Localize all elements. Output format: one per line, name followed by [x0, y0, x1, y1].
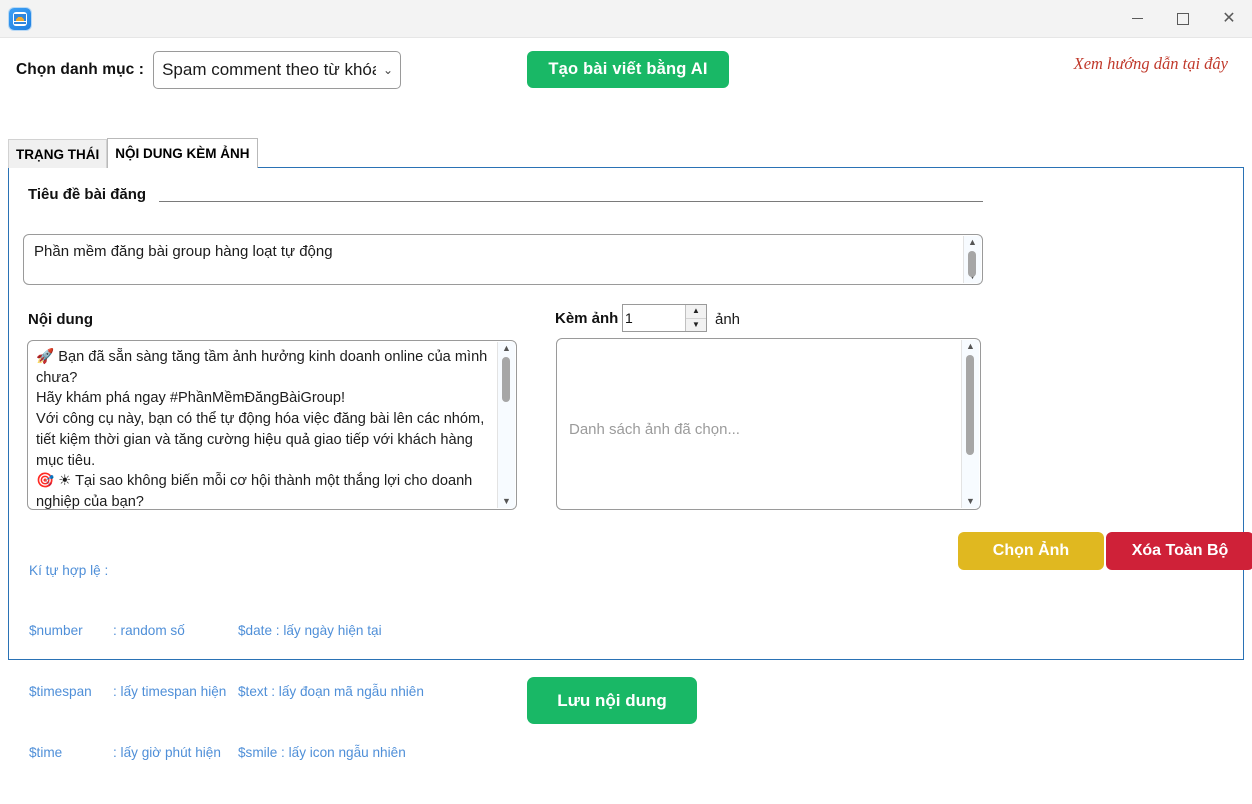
content-scrollbar[interactable]: ▲ ▼ — [497, 342, 515, 508]
selected-images-list[interactable]: Danh sách ảnh đã chọn... ▲ ▼ — [556, 338, 981, 510]
legend-heading: Kí tự hợp lệ : — [29, 562, 109, 578]
post-title-scrollbar[interactable]: ▲ ▼ — [963, 236, 981, 283]
attach-unit-label: ảnh — [715, 311, 741, 328]
tab-noi-dung-kem-anh[interactable]: NỘI DUNG KÈM ẢNH — [107, 138, 258, 168]
app-logo-icon — [9, 7, 31, 30]
legend-key: $timespan — [29, 684, 92, 699]
legend-desc: : lấy timespan hiện — [113, 684, 227, 699]
window-titlebar: ✕ — [0, 0, 1252, 38]
legend-key2: $text : lấy đoạn mã ngẫu nhiên — [238, 684, 424, 699]
stepper-buttons[interactable]: ▲ ▼ — [685, 305, 706, 331]
legend-key: $number — [29, 623, 83, 639]
content-value: 🚀 Bạn đã sẵn sàng tăng tầm ảnh hưởng kin… — [36, 349, 488, 510]
maximize-icon[interactable] — [1160, 0, 1206, 37]
legend-desc: : random số — [113, 623, 185, 639]
post-title-label: Tiêu đề bài đăng — [28, 186, 147, 203]
post-title-value: Phần mềm đăng bài group hàng loạt tự độn… — [34, 243, 333, 260]
tabstrip: TRẠNG THÁI NỘI DUNG KÈM ẢNH — [8, 138, 1244, 168]
window-controls: ✕ — [1114, 0, 1252, 37]
images-scrollbar[interactable]: ▲ ▼ — [961, 340, 979, 508]
attach-count-stepper[interactable]: 1 ▲ ▼ — [622, 304, 707, 332]
scroll-track[interactable] — [964, 249, 981, 277]
minimize-icon[interactable] — [1114, 0, 1160, 37]
post-title-input[interactable]: Phần mềm đăng bài group hàng loạt tự độn… — [23, 234, 983, 285]
category-select[interactable]: Spam comment theo từ khóa ⌄ — [153, 50, 402, 89]
scroll-up-icon[interactable]: ▲ — [968, 236, 977, 249]
close-icon[interactable]: ✕ — [1206, 0, 1252, 37]
legend-key2: $smile : lấy icon ngẫu nhiên — [238, 744, 406, 760]
legend-row: $timespan : lấy timespan hiện $text : lấ… — [29, 682, 424, 702]
tab-panel-noi-dung-kem-anh: Tiêu đề bài đăng Phần mềm đăng bài group… — [8, 167, 1252, 760]
tabs-container: TRẠNG THÁI NỘI DUNG KÈM ẢNH Tiêu đề bài … — [8, 138, 1252, 760]
scroll-down-icon[interactable]: ▼ — [966, 495, 975, 508]
attach-images-label: Kèm ảnh — [555, 310, 619, 327]
stepper-up-icon[interactable]: ▲ — [686, 305, 706, 319]
scroll-track[interactable] — [962, 353, 979, 495]
category-label: Chọn danh mục : — [16, 60, 145, 78]
pick-image-button[interactable]: Chọn Ảnh — [958, 532, 1104, 570]
legend-row: $time : lấy giờ phút hiện $smile : lấy i… — [29, 743, 424, 763]
scroll-up-icon[interactable]: ▲ — [966, 340, 975, 353]
scroll-thumb[interactable] — [968, 251, 976, 277]
content-label: Nội dung — [28, 311, 93, 328]
clear-all-button[interactable]: Xóa Toàn Bộ — [1106, 532, 1252, 570]
scroll-thumb[interactable] — [966, 355, 974, 455]
generate-ai-post-button[interactable]: Tạo bài viết bằng AI — [527, 51, 729, 88]
scroll-up-icon[interactable]: ▲ — [502, 342, 511, 355]
title-divider — [159, 201, 983, 202]
scroll-down-icon[interactable]: ▼ — [502, 495, 511, 508]
guide-link[interactable]: Xem hướng dẫn tại đây — [1074, 54, 1228, 74]
legend-desc: : lấy giờ phút hiện — [113, 744, 221, 760]
scroll-thumb[interactable] — [502, 357, 510, 402]
legend-key: $time — [29, 744, 63, 760]
scroll-track[interactable] — [498, 355, 515, 495]
stepper-down-icon[interactable]: ▼ — [686, 319, 706, 332]
placeholder-legend: Kí tự hợp lệ : $number : random số $date… — [29, 520, 424, 804]
selected-images-placeholder: Danh sách ảnh đã chọn... — [569, 421, 740, 438]
category-select-value: Spam comment theo từ khóa — [162, 59, 377, 79]
chevron-down-icon: ⌄ — [383, 62, 394, 77]
legend-row: $number : random số $date : lấy ngày hiệ… — [29, 621, 424, 641]
tab-trang-thai[interactable]: TRẠNG THÁI — [8, 139, 108, 168]
save-content-button[interactable]: Lưu nội dung — [527, 677, 697, 724]
content-textarea[interactable]: 🚀 Bạn đã sẵn sàng tăng tầm ảnh hưởng kin… — [27, 340, 517, 510]
attach-count-value: 1 — [625, 310, 633, 326]
legend-key2: $date : lấy ngày hiện tại — [238, 623, 382, 639]
